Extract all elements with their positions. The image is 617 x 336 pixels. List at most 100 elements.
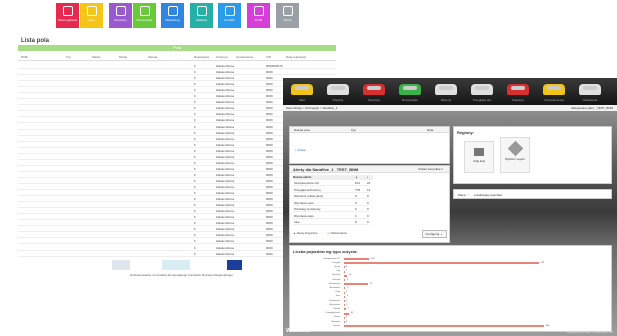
nav-item-label[interactable]: Ubezpieczenia: [539, 98, 569, 102]
bar-label: Akumulator: [329, 286, 340, 289]
warning-icon: ▲: [326, 231, 330, 235]
car-icon[interactable]: [399, 84, 421, 95]
car-icon[interactable]: [471, 84, 493, 95]
cell-flag: F: [194, 191, 196, 196]
alert-row[interactable]: Ważność prawa jazdy 0 0: [293, 194, 369, 199]
column-header[interactable]: Uprawnienia: [236, 55, 253, 59]
nav-tile-4[interactable]: Monitoring: [161, 3, 184, 28]
add-link[interactable]: + Dodaj: [295, 148, 305, 152]
cell-status: Zatwierdzona: [216, 148, 235, 153]
car-icon[interactable]: [507, 84, 529, 95]
bar: [344, 291, 345, 294]
column-header[interactable]: Rejestracja: [194, 55, 209, 59]
column-header[interactable]: Wersja: [148, 55, 157, 59]
bar: [344, 325, 544, 328]
arrow-icon: ›: [468, 192, 469, 196]
bar: [344, 304, 345, 307]
nav-tile-2[interactable]: Kierowcy: [109, 3, 132, 28]
column-header[interactable]: Typ: [66, 55, 71, 59]
configure-button[interactable]: Konfiguruj ▲: [421, 230, 447, 238]
alert-row[interactable]: Przebieg serwisowy 0 0: [293, 207, 369, 212]
map-row[interactable]: Mapa › Lokalizacja pojazdów: [453, 189, 612, 199]
column-header[interactable]: Marka: [92, 55, 100, 59]
cell-status: Zatwierdzona: [216, 209, 235, 214]
nav-tile-7[interactable]: Profil: [247, 3, 270, 28]
nav-item-label[interactable]: Naprawy: [503, 98, 533, 102]
nav-tile-0[interactable]: Strona główna: [56, 3, 79, 28]
car-icon[interactable]: [543, 84, 565, 95]
cell-code: 9000: [266, 124, 273, 129]
nav-tile-5[interactable]: Zadania: [190, 3, 213, 28]
alert-row[interactable]: Wymiana oleju 1 0: [293, 214, 369, 219]
cell-code: 9000: [266, 233, 273, 238]
critical-icon: ▲: [293, 231, 296, 235]
alert-row[interactable]: Przegląd techniczny 778 14: [293, 188, 370, 193]
region-tile[interactable]: Cały kraj: [464, 141, 494, 173]
alert-cell-name: Ważność prawa jazdy: [294, 194, 324, 198]
list-icon: ≡: [441, 167, 443, 171]
bar: [344, 300, 345, 302]
nav-tile-1[interactable]: Auta: [80, 3, 103, 28]
cell-code: 9000000076: [266, 64, 283, 68]
nav-item-label[interactable]: Raporty: [431, 98, 461, 102]
bar-value: 778: [540, 261, 544, 264]
nav-item-label[interactable]: Rezerwacje: [395, 98, 425, 102]
alert-row[interactable]: Wymiana opon 0 0: [293, 201, 369, 206]
cell-code: 9000: [266, 100, 273, 105]
column-header[interactable]: Zmienna: [216, 55, 228, 59]
cell-status: Zatwierdzona: [216, 227, 235, 232]
cell-code: 9000: [266, 136, 273, 141]
cell-flag: F: [194, 100, 196, 105]
bar: [344, 274, 347, 277]
cell-flag: F: [194, 118, 196, 123]
nav-tile-label: Strona główna: [57, 18, 78, 22]
nav-item-label[interactable]: Start: [287, 98, 317, 102]
cell-flag: F: [194, 136, 196, 141]
bar-label: Przegląd: [332, 261, 340, 264]
cell-code: 9000: [266, 160, 273, 165]
column-header[interactable]: Data rejestracji: [286, 55, 306, 59]
nav-tile-8[interactable]: Panel: [276, 3, 299, 28]
nav-item-label[interactable]: Pojazdy: [323, 98, 353, 102]
alert-row[interactable]: Inne 0 0: [293, 220, 369, 225]
column-header[interactable]: Model: [119, 55, 127, 59]
car-icon[interactable]: [363, 84, 385, 95]
car-icon[interactable]: [435, 84, 457, 95]
cell-flag: F: [194, 178, 196, 183]
bar-label: Opony: [334, 265, 340, 268]
alert-cell-a: 0: [355, 200, 357, 205]
bar-value: 0: [346, 316, 348, 319]
show-all-link[interactable]: Pokaż wszystkie ≡: [418, 166, 443, 173]
nav-tile-3[interactable]: Rezerwacje: [133, 3, 156, 28]
car-icon[interactable]: [327, 84, 349, 95]
nav-tile-6[interactable]: Kontakt: [218, 3, 241, 28]
regions-panel: Regiony: Cały kraj Wybierz region: [453, 126, 612, 184]
region-tile[interactable]: Wybierz region: [500, 137, 530, 173]
logo-icon: [112, 260, 130, 270]
alert-row[interactable]: Ubezpieczenie OC 101 23: [293, 181, 370, 186]
nav-tile-label: Kontakt: [224, 18, 235, 22]
bar: [344, 321, 345, 323]
car-icon[interactable]: [579, 84, 601, 95]
cell-status: Zatwierdzona: [216, 130, 235, 135]
cell-flag: F: [194, 160, 196, 165]
cell-status: Zatwierdzona: [216, 94, 235, 99]
cell-code: 9000: [266, 215, 273, 220]
logo-icon: [162, 260, 190, 270]
column-header[interactable]: VIN: [266, 55, 271, 59]
brand-logo: Wiadrowa: [286, 328, 310, 334]
car-icon[interactable]: [291, 84, 313, 95]
column-header[interactable]: RGB: [21, 55, 28, 59]
cell-code: 9000: [266, 185, 273, 189]
cell-status: Zatwierdzona: [216, 82, 235, 87]
warning-icon: ▲: [440, 232, 443, 236]
nav-item-label[interactable]: Ustawienia: [575, 98, 605, 102]
nav-item-label[interactable]: Przeglądy aut: [467, 98, 497, 102]
cell-code: 9000: [266, 191, 273, 196]
warning-icon: ▲: [366, 175, 369, 179]
nav-item-label[interactable]: Kierowcy: [359, 98, 389, 102]
alerts-col-header: Nazwa alertu ▲ ▲: [293, 175, 373, 180]
cell-code: 9000: [266, 118, 273, 123]
cell-status: Zatwierdzona: [216, 172, 235, 177]
nav-tile-label: Monitoring: [165, 18, 180, 22]
